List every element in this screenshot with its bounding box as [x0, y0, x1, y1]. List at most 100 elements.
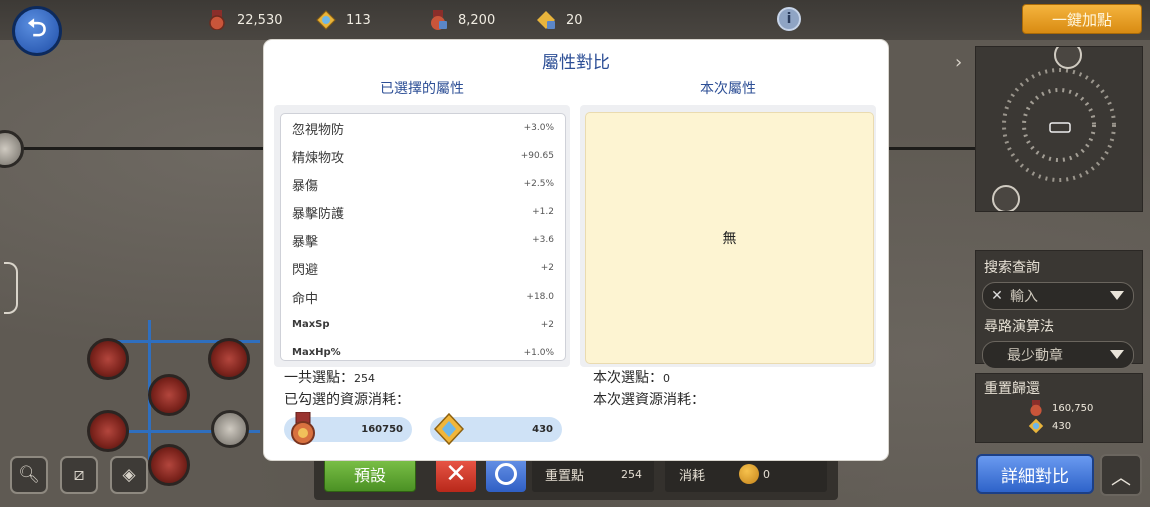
auto-add-points-button[interactable]: 一鍵加點 [1022, 4, 1142, 34]
chevron-down-icon[interactable] [1110, 350, 1124, 359]
attribute-row: MaxSp +2 [281, 311, 565, 339]
crystal-icon [434, 412, 464, 446]
current-attributes-header: 本次屬性 [700, 81, 756, 97]
locked-medal-icon [431, 10, 447, 30]
reset-refund-value: 160,750 [1052, 402, 1094, 414]
attribute-value: +1.0% [523, 347, 554, 358]
chevron-down-icon[interactable] [1110, 291, 1124, 300]
attribute-value: +2 [540, 263, 554, 274]
detail-compare-button[interactable]: 詳細對比 [976, 454, 1094, 494]
auto-add-label: 一鍵加點 [1051, 10, 1112, 29]
attribute-value: +1.2 [532, 207, 554, 218]
this-points-label: 本次選點： [593, 370, 663, 386]
skill-node[interactable] [87, 410, 129, 452]
map-path-line [888, 147, 975, 150]
current-attributes-panel: 無 [585, 112, 874, 364]
attribute-row: 暴擊防護 +1.2 [281, 198, 565, 226]
reset-refund-panel: 重置歸還 160,750 430 [975, 373, 1143, 443]
move-tool-button[interactable]: ◈ [110, 456, 148, 494]
consume-cell: 消耗 0 [665, 456, 827, 492]
resource-value: 8,200 [458, 12, 496, 28]
chevron-up-icon[interactable]: ︿ [1100, 454, 1142, 496]
move-icon: ◈ [122, 465, 136, 485]
skill-node[interactable] [148, 374, 190, 416]
close-icon[interactable]: ✕ [988, 287, 1006, 305]
dialog-title: 屬性對比 [542, 53, 610, 73]
resource-value: 20 [566, 12, 583, 28]
this-cost-label: 本次選資源消耗： [593, 392, 705, 408]
skill-node[interactable] [208, 338, 250, 380]
gear-node-icon[interactable] [0, 130, 24, 168]
confirm-button[interactable] [486, 456, 526, 492]
search-input[interactable]: ✕ 輸入 [982, 282, 1134, 310]
selected-attributes-list[interactable]: 忽視物防 +3.0% 精煉物攻 +90.65 暴傷 +2.5% 暴擊防護 +1.2 暴擊… [280, 113, 566, 361]
reset-points-label: 重置點 [545, 468, 585, 484]
selected-attributes-header: 已選擇的屬性 [380, 81, 464, 97]
consume-value: 0 [763, 467, 771, 481]
selected-cost-crystal: 430 [430, 412, 562, 446]
attribute-row: 閃避 +2 [281, 254, 565, 282]
resource-crystal: 113 [316, 8, 371, 32]
attribute-row: 忽視物防 +3.0% [281, 114, 565, 142]
attribute-name: 暴擊 [292, 235, 319, 251]
magnifier-icon: 🔍︎ [18, 465, 40, 485]
attribute-name: 命中 [292, 291, 319, 307]
info-button[interactable]: i [777, 7, 801, 31]
attribute-row: 命中 +18.0 [281, 283, 565, 311]
close-icon: ✕ [445, 459, 467, 489]
minimap[interactable] [975, 41, 1143, 213]
attribute-value: +3.0% [523, 123, 554, 133]
empty-label: 無 [722, 231, 737, 247]
attribute-value: +2 [540, 319, 554, 330]
slash-icon: ⧄ [73, 465, 85, 485]
consume-label: 消耗 [679, 468, 706, 484]
attribute-name: 暴傷 [292, 179, 319, 195]
detail-compare-label: 詳細對比 [1001, 466, 1069, 487]
preset-label: 預設 [353, 466, 386, 485]
attribute-name: 忽視物防 [292, 123, 345, 138]
circle-icon [495, 463, 517, 485]
side-drawer-handle[interactable] [4, 262, 18, 314]
locked-crystal-icon [537, 11, 555, 29]
attribute-name: MaxSp [292, 318, 330, 330]
back-button[interactable]: ⮌ [12, 6, 62, 56]
attribute-compare-dialog: 屬性對比 已選擇的屬性 本次屬性 忽視物防 +3.0% 精煉物攻 +90.65 暴傷… [264, 40, 888, 460]
map-path-line [0, 147, 264, 150]
reset-refund-item: 160,750 [976, 398, 1142, 416]
resource-medal: 22,530 [207, 8, 283, 32]
attribute-name: MaxHp% [292, 346, 341, 358]
total-points-label: 一共選點： [284, 370, 354, 386]
skill-node[interactable] [87, 338, 129, 380]
path-algorithm-value: 最少動章 [1007, 348, 1063, 364]
path-algorithm-select[interactable]: 最少動章 [982, 341, 1134, 369]
info-icon: i [786, 11, 792, 27]
resource-locked-medal: 8,200 [428, 8, 495, 32]
skill-node[interactable] [148, 444, 190, 486]
coin-icon [739, 464, 760, 484]
medal-icon [1030, 400, 1042, 416]
cost-value: 430 [532, 424, 553, 435]
zoom-out-button[interactable]: 🔍︎ [10, 456, 48, 494]
attribute-row: 暴擊 +3.6 [281, 226, 565, 254]
attribute-value: +90.65 [520, 151, 554, 162]
attribute-row: 暴傷 +2.5% [281, 170, 565, 198]
chevron-right-icon[interactable]: › [955, 52, 962, 73]
search-placeholder: 輸入 [1010, 289, 1038, 305]
total-points-value: 254 [354, 372, 375, 385]
selected-cost-label: 已勾選的資源消耗： [284, 392, 410, 408]
back-arrow-icon: ⮌ [27, 13, 47, 42]
preset-button[interactable]: 預設 [324, 456, 416, 492]
gear-node-icon[interactable] [211, 410, 249, 448]
reset-refund-item: 430 [976, 416, 1142, 434]
resource-locked-crystal: 20 [536, 8, 583, 32]
total-points-line: 一共選點：254 [284, 367, 375, 387]
cancel-button[interactable]: ✕ [436, 456, 476, 492]
attribute-name: 精煉物攻 [292, 151, 345, 167]
search-label: 搜索查詢 [984, 260, 1040, 276]
slash-tool-button[interactable]: ⧄ [60, 456, 98, 494]
path-algorithm-label: 尋路演算法 [984, 319, 1054, 335]
medal-icon [209, 10, 225, 30]
crystal-icon [1028, 418, 1044, 434]
attribute-name: 閃避 [292, 263, 319, 279]
attribute-value: +2.5% [523, 179, 554, 190]
